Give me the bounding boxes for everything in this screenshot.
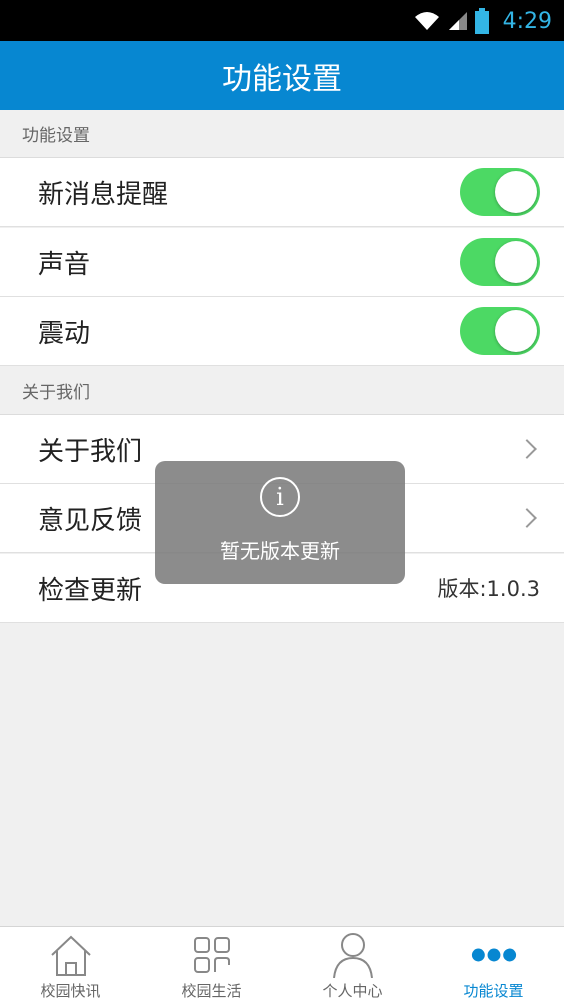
toast-message: 暂无版本更新 xyxy=(220,539,340,563)
tab-label: 校园快讯 xyxy=(40,982,101,1000)
setting-label: 声音 xyxy=(38,249,91,280)
toggle-knob xyxy=(495,310,537,352)
grid-icon xyxy=(189,932,235,978)
wifi-icon xyxy=(414,12,439,30)
status-icons: 4:29 xyxy=(413,6,552,36)
battery-icon xyxy=(474,8,489,34)
setting-row-vibration: 震动 xyxy=(0,297,564,366)
tab-label: 个人中心 xyxy=(322,982,383,1000)
person-icon xyxy=(330,932,376,978)
chevron-right-icon xyxy=(517,508,537,528)
section-header-settings: 功能设置 xyxy=(0,110,564,158)
tab-campus-life[interactable]: 校园生活 xyxy=(141,927,282,1003)
setting-row-new-message: 新消息提醒 xyxy=(0,158,564,227)
tab-label: 校园生活 xyxy=(181,982,242,1000)
toggle-knob xyxy=(495,171,537,213)
signal-icon xyxy=(448,12,467,30)
toggle-knob xyxy=(495,241,537,283)
status-bar: 4:29 xyxy=(0,0,564,41)
new-message-toggle[interactable] xyxy=(460,168,540,216)
status-time: 4:29 xyxy=(502,8,552,34)
tab-label: 功能设置 xyxy=(463,982,524,1000)
vibration-toggle[interactable] xyxy=(460,307,540,355)
info-icon: i xyxy=(260,477,300,517)
toast: i 暂无版本更新 xyxy=(155,461,405,584)
page-title: 功能设置 xyxy=(222,61,342,97)
chevron-right-icon xyxy=(517,439,537,459)
setting-label: 新消息提醒 xyxy=(38,179,169,210)
sound-toggle[interactable] xyxy=(460,238,540,286)
more-dots-icon xyxy=(471,932,517,978)
tab-campus-news[interactable]: 校园快讯 xyxy=(0,927,141,1003)
setting-row-sound: 声音 xyxy=(0,228,564,297)
tab-function-settings[interactable]: 功能设置 xyxy=(423,927,564,1003)
tab-personal-center[interactable]: 个人中心 xyxy=(282,927,423,1003)
version-text: 版本:1.0.3 xyxy=(437,577,540,601)
home-icon xyxy=(48,932,94,978)
setting-label: 震动 xyxy=(38,318,91,349)
section-header-about: 关于我们 xyxy=(0,367,564,415)
app-header: 功能设置 xyxy=(0,41,564,110)
bottom-tab-bar: 校园快讯 校园生活 个人中心 功能设置 xyxy=(0,926,564,1003)
